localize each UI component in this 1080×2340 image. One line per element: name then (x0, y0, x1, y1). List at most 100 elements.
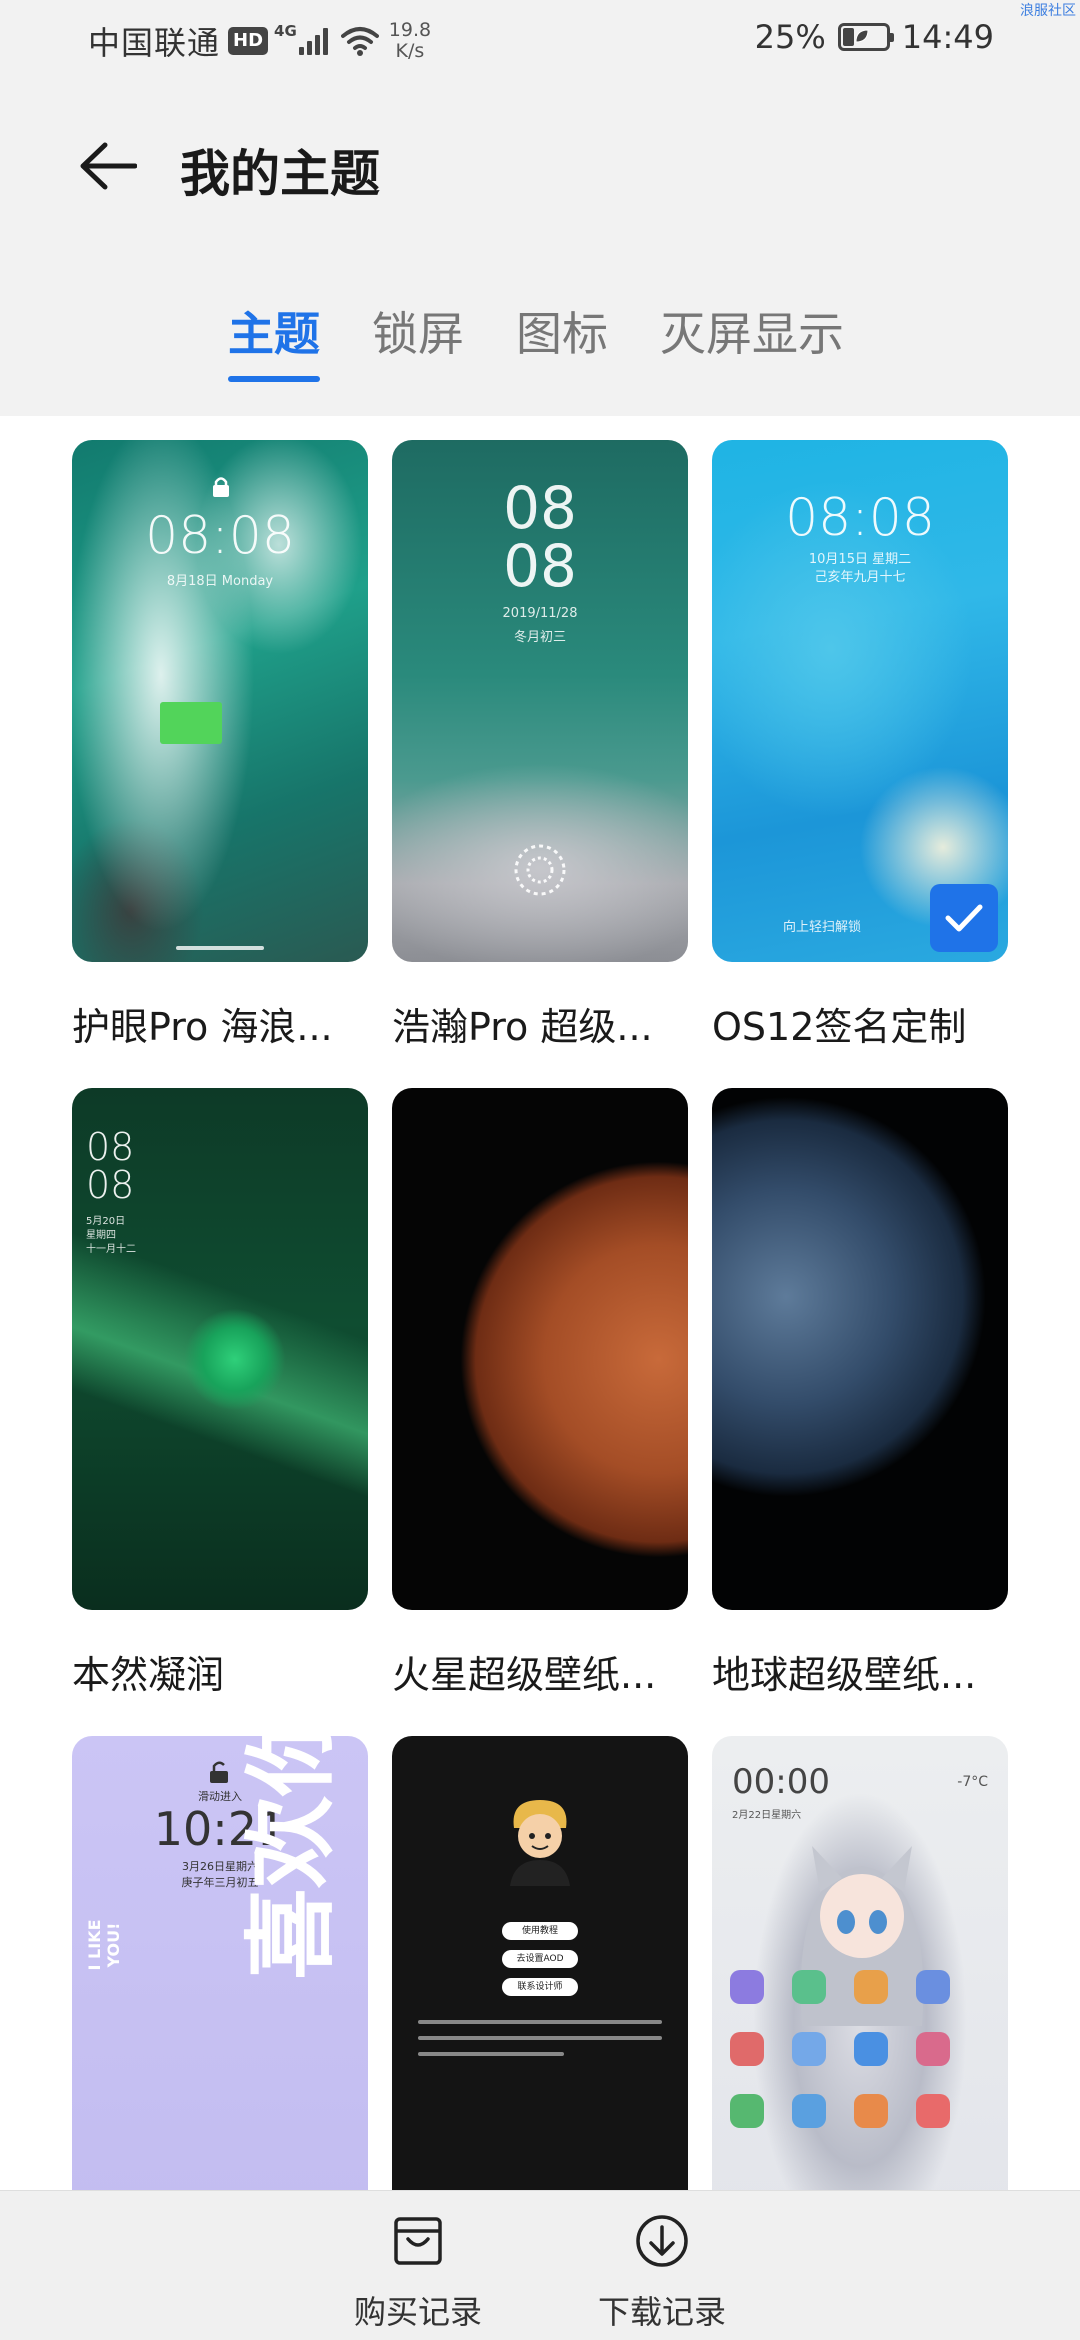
bottom-bar: 购买记录 下载记录 (0, 2190, 1080, 2340)
preview-date: 10月15日 星期二 (808, 552, 912, 567)
app-icon (792, 2032, 826, 2066)
app-icon-grid (730, 1970, 990, 2128)
contact-designer-button: 联系设计师 (502, 1978, 578, 1996)
theme-title: 火星超级壁纸... (392, 1653, 657, 1697)
theme-card[interactable]: 00:00 2月22日星期六 -7°C (712, 1736, 1008, 2190)
theme-thumbnail (392, 1088, 688, 1610)
power-saving-leaf-icon (855, 29, 869, 43)
signal-icon (298, 27, 331, 55)
theme-card[interactable]: 08 08 5月20日 星期四 十一月十二 本然凝润 (72, 1088, 368, 1697)
battery-nub (889, 33, 894, 42)
preview-date: 8月18日 Monday (166, 574, 274, 589)
theme-title: 护眼Pro 海浪... (72, 1005, 333, 1049)
theme-thumbnail: 使用教程 去设置AOD 联系设计师 (392, 1736, 688, 2190)
tab-label: 灭屏显示 (660, 307, 844, 361)
set-aod-button: 去设置AOD (502, 1950, 578, 1968)
avatar (510, 1800, 570, 1886)
purchase-history-label: 购买记录 (353, 2293, 482, 2331)
theme-title: 本然凝润 (72, 1653, 225, 1697)
unlock-icon (210, 1761, 228, 1783)
back-button[interactable] (70, 128, 146, 204)
battery-percent: 25% (754, 18, 826, 56)
theme-thumbnail: 滑动进入 10:21 3月26日星期六 庚子年三月初五 I LIKE YOU! … (72, 1736, 368, 2190)
tab-label: 锁屏 (372, 307, 464, 361)
hd-badge: HD (228, 27, 269, 55)
preview-lunar-date: 冬月初三 (513, 630, 566, 645)
tab-themes[interactable]: 主题 (228, 298, 320, 388)
tab-aod[interactable]: 灭屏显示 (660, 298, 844, 388)
app-icon (730, 1970, 764, 2004)
app-icon (854, 2032, 888, 2066)
home-indicator (176, 946, 264, 950)
download-icon (636, 2215, 688, 2267)
tab-lockscreen[interactable]: 锁屏 (372, 298, 464, 388)
battery-fill (842, 28, 854, 46)
preview-weekday: 星期四 (86, 1230, 116, 1241)
status-right: 25% 14:49 (755, 18, 994, 56)
preview-lunar-date: 己亥年九月十七 (814, 570, 906, 585)
theme-card[interactable]: 08:08 10月15日 星期二 己亥年九月十七 向上轻扫解锁 OS12签名定制 (712, 440, 1008, 1049)
theme-card[interactable]: 滑动进入 10:21 3月26日星期六 庚子年三月初五 I LIKE YOU! … (72, 1736, 368, 2190)
app-icon (730, 2032, 764, 2066)
app-icon (916, 2032, 950, 2066)
app-icon (792, 2094, 826, 2128)
back-arrow-icon (80, 142, 137, 190)
network-speed: 19.8 K/s (389, 20, 431, 62)
theme-card[interactable]: 使用教程 去设置AOD 联系设计师 (392, 1736, 688, 2190)
speed-value: 19.8 (388, 19, 432, 41)
preview-clock-hours: 08 (503, 474, 577, 542)
app-icon (854, 1970, 888, 2004)
download-history-label: 下载记录 (597, 2293, 726, 2331)
theme-thumbnail: 08 08 2019/11/28 冬月初三 (392, 440, 688, 962)
download-history-button[interactable]: 下载记录 (582, 2213, 742, 2333)
preview-clock-minutes: 08 (503, 532, 577, 600)
theme-card[interactable]: 08:08 8月18日 Monday 护眼Pro 海浪... (72, 440, 368, 1049)
status-bar: 中国联通 HD 4G 19.8 K/s 25% 14:49 浪服社区 (0, 0, 1080, 80)
page-title: 我的主题 (180, 145, 380, 203)
preview-clock: 08:08 (785, 488, 935, 548)
fingerprint-icon (514, 844, 566, 896)
purchase-history-button[interactable]: 购买记录 (338, 2213, 498, 2333)
wifi-icon (340, 27, 379, 56)
preview-clock-hours: 08 (86, 1125, 135, 1169)
theme-title: 地球超级壁纸... (712, 1653, 977, 1697)
preview-clock-minutes: 08 (86, 1163, 135, 1207)
preview-clock: 00:00 (732, 1762, 830, 1802)
shopping-bag-icon (394, 2217, 442, 2265)
preview-date: 5月20日 (86, 1216, 126, 1227)
status-left: 中国联通 HD 4G 19.8 K/s (88, 18, 431, 64)
theme-grid: 08:08 8月18日 Monday 护眼Pro 海浪... 08 08 201… (0, 416, 1080, 2190)
app-icon (916, 1970, 950, 2004)
app-icon (792, 1970, 826, 2004)
theme-card[interactable]: 地球超级壁纸... (712, 1088, 1008, 1697)
preview-temperature: -7°C (957, 1774, 988, 1790)
green-block (160, 702, 222, 744)
app-icon (730, 2094, 764, 2128)
carrier-name: 中国联通 (88, 24, 221, 62)
theme-card[interactable]: 08 08 2019/11/28 冬月初三 浩瀚Pro 超级... (392, 440, 688, 1049)
theme-thumbnail: 00:00 2月22日星期六 -7°C (712, 1736, 1008, 2190)
swipe-hint: 向上轻扫解锁 (782, 920, 861, 935)
lock-icon (213, 477, 229, 497)
theme-thumbnail: 08:08 8月18日 Monday (72, 440, 368, 962)
selected-check-badge (930, 884, 998, 952)
tab-icons[interactable]: 图标 (516, 298, 608, 388)
watermark: 浪服社区 (1020, 3, 1076, 19)
tutorial-button: 使用教程 (502, 1922, 578, 1940)
network-type: 4G (274, 22, 297, 40)
speed-unit: K/s (395, 40, 425, 62)
tab-bar: 主题 锁屏 图标 灭屏显示 (0, 298, 1080, 408)
theme-thumbnail: 08 08 5月20日 星期四 十一月十二 (72, 1088, 368, 1610)
status-time: 14:49 (901, 18, 994, 56)
theme-thumbnail (712, 1088, 1008, 1610)
battery-icon (837, 23, 894, 51)
preview-fine-print (418, 2020, 662, 2072)
check-icon (945, 904, 983, 932)
tab-label: 图标 (516, 307, 608, 361)
theme-card[interactable]: 火星超级壁纸... (392, 1088, 688, 1697)
side-text: I LIKE YOU! (85, 1919, 123, 1971)
tab-active-indicator (228, 376, 320, 382)
preview-date: 2月22日星期六 (732, 1810, 802, 1821)
app-icon (916, 2094, 950, 2128)
theme-title: 浩瀚Pro 超级... (392, 1005, 653, 1049)
